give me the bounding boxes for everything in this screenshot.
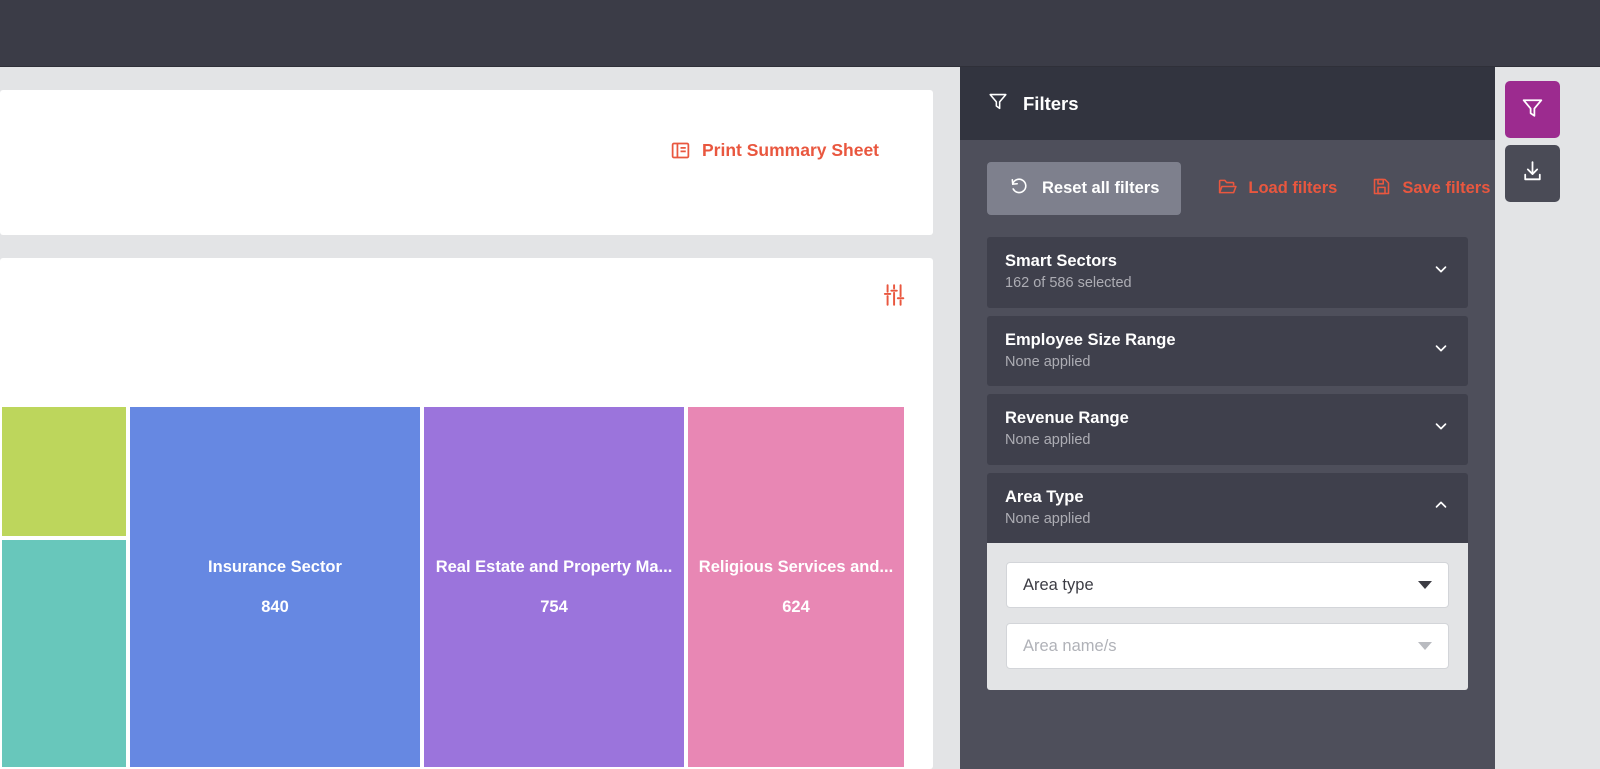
treemap-tile-label: Real Estate and Property Ma...: [435, 557, 673, 576]
filter-section-header[interactable]: Revenue Range None applied: [987, 394, 1468, 465]
undo-icon: [1009, 176, 1029, 201]
area-type-select-value: Area type: [1023, 575, 1094, 594]
load-filters-button[interactable]: Load filters: [1217, 176, 1337, 202]
filter-section-subtitle: 162 of 586 selected: [1005, 275, 1132, 292]
treemap-tile-value: 624: [782, 597, 810, 616]
reset-all-filters-button[interactable]: Reset all filters: [987, 162, 1182, 215]
rail-download-button[interactable]: [1505, 145, 1560, 202]
filter-section: Area Type None applied Area type Area name/…: [987, 472, 1468, 691]
filter-section: Smart Sectors 162 of 586 selected: [987, 237, 1468, 308]
chevron-down-icon[interactable]: [1432, 260, 1450, 283]
print-summary-sheet-label: Print Summary Sheet: [702, 140, 879, 160]
filter-section-title: Revenue Range: [1005, 409, 1129, 428]
filter-section-header[interactable]: Smart Sectors 162 of 586 selected: [987, 237, 1468, 308]
treemap-tile[interactable]: Religious Services and... 624: [686, 405, 906, 769]
treemap-tile[interactable]: Real Estate and Property Ma... 754: [422, 405, 686, 769]
treemap-tile[interactable]: [0, 538, 128, 769]
treemap-tile[interactable]: [0, 405, 128, 538]
chevron-down-icon: [1418, 642, 1432, 651]
treemap-tile[interactable]: Insurance Sector 840: [128, 405, 422, 769]
treemap-chart: Insurance Sector 840 Real Estate and Prope…: [0, 405, 906, 769]
filters-panel-header: Filters: [960, 67, 1495, 140]
app-root: Print Summary Sheet Insurance Sector 840…: [0, 0, 1600, 769]
reset-all-filters-label: Reset all filters: [1042, 179, 1160, 197]
chevron-down-icon[interactable]: [1432, 339, 1450, 362]
filter-section-title: Area Type: [1005, 487, 1084, 506]
treemap-tile-label: Insurance Sector: [208, 557, 342, 576]
chevron-down-icon: [1418, 581, 1432, 590]
filter-section-header[interactable]: Area Type None applied: [987, 472, 1468, 544]
treemap-tile-value: 840: [261, 597, 289, 616]
load-filters-label: Load filters: [1248, 179, 1338, 197]
filter-section-title: Smart Sectors: [1005, 252, 1117, 270]
save-filters-button[interactable]: Save filters: [1371, 176, 1490, 202]
save-disk-icon: [1371, 176, 1392, 202]
print-summary-sheet-link[interactable]: Print Summary Sheet: [670, 140, 879, 161]
download-icon: [1520, 159, 1545, 189]
save-filters-label: Save filters: [1402, 179, 1491, 197]
filter-section-subtitle: None applied: [1005, 510, 1091, 527]
funnel-icon: [987, 90, 1009, 117]
chevron-up-icon[interactable]: [1432, 496, 1450, 519]
filter-section-title: Employee Size Range: [1005, 330, 1176, 349]
chart-card: Insurance Sector 840 Real Estate and Prope…: [0, 258, 933, 769]
funnel-icon: [1520, 95, 1545, 125]
main-content-region: Print Summary Sheet Insurance Sector 840…: [0, 67, 960, 769]
filters-panel: Filters Reset all filters Load filters S…: [960, 67, 1495, 769]
treemap-tile-value: 754: [540, 597, 568, 616]
filters-actions-row: Reset all filters Load filters Save filt…: [960, 140, 1495, 215]
filter-section: Revenue Range None applied: [987, 394, 1468, 465]
top-bar: [0, 0, 1600, 67]
chevron-down-icon[interactable]: [1432, 417, 1450, 440]
sliders-icon[interactable]: [880, 282, 906, 308]
filter-section-subtitle: None applied: [1005, 432, 1091, 449]
folder-open-icon: [1217, 176, 1238, 202]
right-rail: [1505, 81, 1560, 202]
filter-section-body: Area type Area name/s: [987, 543, 1468, 691]
area-type-select[interactable]: Area type: [1006, 562, 1449, 609]
rail-filter-button[interactable]: [1505, 81, 1560, 138]
area-names-select-placeholder: Area name/s: [1023, 636, 1117, 655]
summary-sheet-icon: [670, 140, 691, 161]
filter-sections-list: Smart Sectors 162 of 586 selected Employee…: [960, 215, 1495, 691]
filters-panel-title: Filters: [1023, 92, 1079, 114]
area-names-select[interactable]: Area name/s: [1006, 623, 1449, 670]
filter-section-subtitle: None applied: [1005, 353, 1091, 370]
treemap-tile-label: Religious Services and...: [698, 557, 894, 576]
filter-section: Employee Size Range None applied: [987, 315, 1468, 387]
filter-section-header[interactable]: Employee Size Range None applied: [987, 315, 1468, 387]
summary-card: Print Summary Sheet: [0, 90, 933, 235]
